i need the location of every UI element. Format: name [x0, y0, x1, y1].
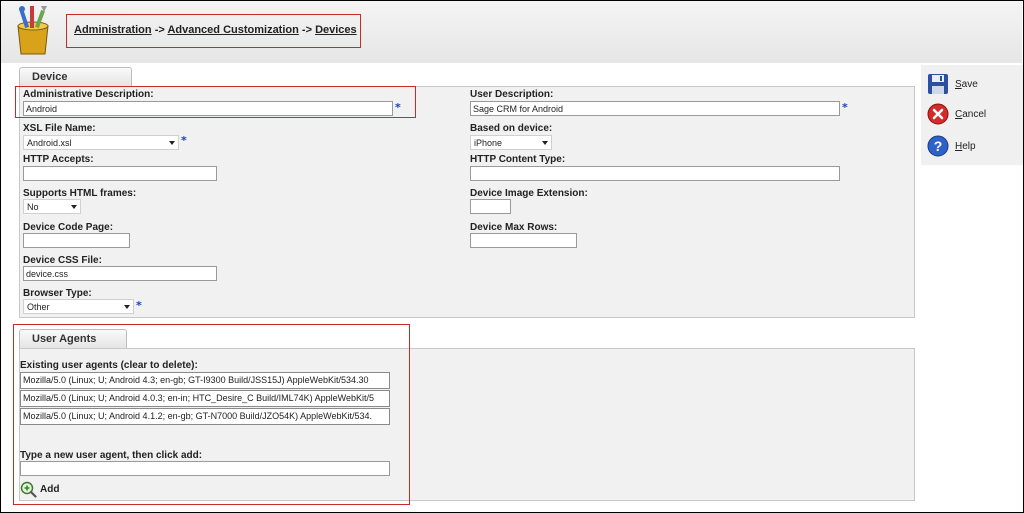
browser-type-select[interactable]: Other	[23, 299, 134, 314]
floppy-disk-icon	[928, 74, 948, 94]
action-sidebar: Save Cancel ? Help	[921, 65, 1023, 165]
admin-description-input[interactable]: Android	[23, 101, 393, 116]
device-css-file-label: Device CSS File:	[23, 255, 102, 266]
user-agent-input[interactable]: Mozilla/5.0 (Linux; U; Android 4.0.3; en…	[20, 390, 390, 407]
device-css-file-input[interactable]: device.css	[23, 266, 217, 281]
supports-html-frames-label: Supports HTML frames:	[23, 188, 137, 199]
chevron-down-icon	[169, 141, 175, 145]
based-on-device-value: iPhone	[474, 138, 503, 148]
http-content-type-label: HTTP Content Type:	[470, 154, 566, 165]
existing-user-agents-label: Existing user agents (clear to delete):	[20, 360, 198, 371]
breadcrumb-administration[interactable]: Administration	[74, 24, 152, 36]
required-marker: *	[181, 134, 187, 147]
chevron-down-icon	[71, 205, 77, 209]
new-user-agent-input[interactable]	[20, 461, 390, 476]
device-image-extension-label: Device Image Extension:	[470, 188, 588, 199]
http-accepts-input[interactable]	[23, 166, 217, 181]
user-agent-input[interactable]: Mozilla/5.0 (Linux; U; Android 4.3; en-g…	[20, 372, 390, 389]
svg-text:?: ?	[934, 138, 943, 154]
save-label: Save	[955, 79, 978, 90]
device-image-extension-input[interactable]	[470, 199, 511, 214]
xsl-file-name-label: XSL File Name:	[23, 123, 96, 134]
cancel-label: Cancel	[955, 109, 987, 120]
tab-device[interactable]: Device	[19, 67, 132, 87]
device-code-page-label: Device Code Page:	[23, 222, 114, 233]
http-content-type-input[interactable]	[470, 166, 840, 181]
device-max-rows-input[interactable]	[470, 233, 577, 248]
breadcrumb-separator: ->	[301, 24, 312, 36]
based-on-device-label: Based on device:	[470, 123, 553, 134]
xsl-file-name-select[interactable]: Android.xsl	[23, 135, 179, 150]
user-description-input[interactable]: Sage CRM for Android	[470, 101, 840, 116]
http-accepts-label: HTTP Accepts:	[23, 154, 94, 165]
chevron-down-icon	[542, 141, 548, 145]
browser-type-label: Browser Type:	[23, 288, 92, 299]
device-code-page-input[interactable]	[23, 233, 130, 248]
admin-tools-icon	[17, 6, 49, 55]
chevron-down-icon	[124, 305, 130, 309]
device-panel	[19, 86, 915, 318]
browser-type-value: Other	[27, 302, 50, 312]
required-marker: *	[395, 101, 401, 114]
breadcrumb-advanced-customization[interactable]: Advanced Customization	[167, 24, 298, 36]
required-marker: *	[136, 299, 142, 312]
help-label: Help	[955, 141, 976, 152]
breadcrumb-devices[interactable]: Devices	[315, 24, 357, 36]
breadcrumb: Administration -> Advanced Customization…	[74, 24, 357, 36]
breadcrumb-separator: ->	[154, 24, 165, 36]
supports-html-frames-select[interactable]: No	[23, 199, 81, 214]
help-icon: ?	[927, 135, 949, 157]
required-marker: *	[842, 101, 848, 114]
user-agent-input[interactable]: Mozilla/5.0 (Linux; U; Android 4.1.2; en…	[20, 408, 390, 425]
add-label: Add	[40, 484, 60, 495]
xsl-file-name-value: Android.xsl	[27, 138, 72, 148]
add-magnifier-icon	[20, 481, 37, 498]
new-user-agent-label: Type a new user agent, then click add:	[20, 450, 203, 461]
cancel-icon	[927, 103, 949, 125]
based-on-device-select[interactable]: iPhone	[470, 135, 552, 150]
supports-html-frames-value: No	[27, 202, 39, 212]
device-max-rows-label: Device Max Rows:	[470, 222, 558, 233]
user-description-label: User Description:	[470, 89, 554, 100]
admin-description-label: Administrative Description:	[23, 89, 154, 100]
